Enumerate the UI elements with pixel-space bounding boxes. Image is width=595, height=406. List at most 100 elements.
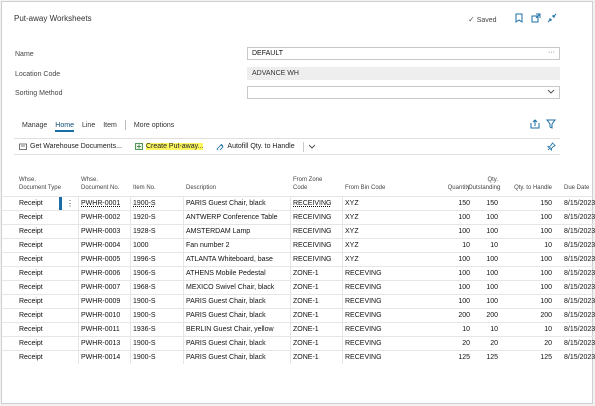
chevron-down-icon[interactable]: [308, 144, 316, 150]
cell-qty: 150: [458, 200, 470, 207]
worksheet-page: Put-away Worksheets ✓ Saved Name DEFAULT …: [1, 1, 595, 404]
sorting-method-select[interactable]: [247, 86, 560, 99]
create-put-away-button[interactable]: Create Put-away...: [135, 143, 204, 150]
cell-out: 10: [490, 242, 498, 249]
cell-type: Receipt: [19, 298, 43, 305]
name-field[interactable]: DEFAULT ···: [247, 47, 560, 60]
cell-handle[interactable]: 125: [512, 354, 552, 361]
more-icon[interactable]: ···: [548, 49, 555, 56]
cell-doc[interactable]: PWHR-0007: [81, 284, 120, 291]
cell-desc: PARIS Guest Chair, black: [186, 200, 266, 207]
cell-doc[interactable]: PWHR-0006: [81, 270, 120, 277]
cell-doc[interactable]: PWHR-0009: [81, 298, 120, 305]
cell-out: 150: [486, 200, 498, 207]
col-item-no-header[interactable]: Item No.: [133, 185, 156, 193]
bookmark-icon[interactable]: [514, 13, 524, 23]
table-row[interactable]: ⋮ Receipt PWHR-0001 1900-S PARIS Guest Chair…: [2, 196, 595, 210]
tab-home[interactable]: Home: [55, 122, 74, 132]
cell-handle[interactable]: 200: [512, 312, 552, 319]
tab-line[interactable]: Line: [82, 122, 95, 129]
col-from-zone-header[interactable]: From Zone Code: [293, 177, 333, 192]
filter-icon[interactable]: [546, 119, 556, 129]
col-description-header[interactable]: Description: [186, 185, 216, 193]
cell-item[interactable]: 1900-S: [133, 354, 156, 361]
cell-out: 100: [486, 284, 498, 291]
cell-zone: RECEIVING: [293, 256, 332, 263]
pin-icon[interactable]: [547, 142, 556, 151]
col-doc-type-header[interactable]: Whse. Document Type: [19, 177, 61, 192]
cell-item[interactable]: 1000: [133, 242, 149, 249]
cell-doc[interactable]: PWHR-0004: [81, 242, 120, 249]
autofill-qty-button[interactable]: Autofill Qty. to Handle: [216, 143, 295, 150]
cell-item[interactable]: 1900-S: [133, 200, 156, 207]
col-quantity-header[interactable]: Quantity: [416, 185, 470, 193]
cell-item[interactable]: 1900-S: [133, 340, 156, 347]
cell-doc[interactable]: PWHR-0013: [81, 340, 120, 347]
table-row[interactable]: Receipt PWHR-0013 1900-S PARIS Guest Chair,…: [2, 336, 595, 350]
cell-handle[interactable]: 100: [512, 298, 552, 305]
column-divider: [183, 196, 184, 364]
cell-zone: RECEIVING: [293, 200, 332, 207]
cell-handle[interactable]: 10: [512, 326, 552, 333]
table-row[interactable]: Receipt PWHR-0011 1936-S BERLIN Guest Chair…: [2, 322, 595, 336]
cell-zone: ZONE-1: [293, 284, 319, 291]
table-row[interactable]: Receipt PWHR-0002 1920-S ANTWERP Conference…: [2, 210, 595, 224]
cell-bin: RECEVING: [345, 312, 382, 319]
col-qty-to-handle-header[interactable]: Qty. to Handle: [512, 185, 552, 193]
table-row[interactable]: Receipt PWHR-0005 1996-S ATLANTA Whiteboard…: [2, 252, 595, 266]
cell-item[interactable]: 1996-S: [133, 256, 156, 263]
cell-item[interactable]: 1900-S: [133, 312, 156, 319]
cell-handle[interactable]: 20: [512, 340, 552, 347]
cell-doc[interactable]: PWHR-0010: [81, 312, 120, 319]
cell-item[interactable]: 1936-S: [133, 326, 156, 333]
cell-handle[interactable]: 150: [512, 200, 552, 207]
col-due-date-header[interactable]: Due Date: [564, 185, 589, 193]
cell-doc[interactable]: PWHR-0011: [81, 326, 120, 333]
col-from-bin-header[interactable]: From Bin Code: [345, 185, 385, 193]
cell-handle[interactable]: 100: [512, 284, 552, 291]
table-row[interactable]: Receipt PWHR-0009 1900-S PARIS Guest Chair,…: [2, 294, 595, 308]
cell-doc[interactable]: PWHR-0005: [81, 256, 120, 263]
cell-item[interactable]: 1920-S: [133, 214, 156, 221]
cell-desc: ATHENS Mobile Pedestal: [186, 270, 266, 277]
cell-type: Receipt: [19, 200, 43, 207]
tab-more-options[interactable]: More options: [134, 122, 174, 129]
tab-manage[interactable]: Manage: [22, 122, 47, 129]
cell-item[interactable]: 1900-S: [133, 298, 156, 305]
share-icon[interactable]: [530, 119, 540, 129]
cell-zone: ZONE-1: [293, 354, 319, 361]
open-new-window-icon[interactable]: [531, 13, 541, 23]
row-actions-icon[interactable]: ⋮: [66, 199, 74, 208]
action-bar: Get Warehouse Documents... Create Put-aw…: [14, 138, 560, 155]
cell-out: 100: [486, 228, 498, 235]
cell-desc: AMSTERDAM Lamp: [186, 228, 251, 235]
table-row[interactable]: Receipt PWHR-0004 1000 Fan number 2 RECEIVIN…: [2, 238, 595, 252]
cell-handle[interactable]: 100: [512, 256, 552, 263]
cell-handle[interactable]: 100: [512, 214, 552, 221]
cell-zone: ZONE-1: [293, 298, 319, 305]
get-warehouse-documents-button[interactable]: Get Warehouse Documents...: [19, 143, 122, 150]
tab-item[interactable]: Item: [103, 122, 117, 129]
table-row[interactable]: Receipt PWHR-0006 1906-S ATHENS Mobile Pede…: [2, 266, 595, 280]
cell-doc[interactable]: PWHR-0003: [81, 228, 120, 235]
table-row[interactable]: Receipt PWHR-0007 1968-S MEXICO Swivel Chai…: [2, 280, 595, 294]
cell-item[interactable]: 1968-S: [133, 284, 156, 291]
cell-doc[interactable]: PWHR-0001: [81, 200, 120, 207]
cell-handle[interactable]: 10: [512, 242, 552, 249]
table-row[interactable]: Receipt PWHR-0014 1900-S PARIS Guest Chair,…: [2, 350, 595, 364]
cell-handle[interactable]: 100: [512, 228, 552, 235]
cell-due: 8/15/2023: [564, 228, 595, 235]
action-tabs: Manage Home Line Item More options: [22, 120, 182, 132]
collapse-icon[interactable]: [547, 13, 557, 23]
cell-item[interactable]: 1928-S: [133, 228, 156, 235]
name-label: Name: [15, 51, 34, 58]
cell-doc[interactable]: PWHR-0002: [81, 214, 120, 221]
cell-out: 100: [486, 256, 498, 263]
col-doc-no-header[interactable]: Whse. Document No.: [81, 177, 127, 192]
cell-handle[interactable]: 100: [512, 270, 552, 277]
table-row[interactable]: Receipt PWHR-0010 1900-S PARIS Guest Chair,…: [2, 308, 595, 322]
cell-doc[interactable]: PWHR-0014: [81, 354, 120, 361]
col-qty-outstanding-header[interactable]: Qty. Outstanding: [468, 177, 500, 192]
table-row[interactable]: Receipt PWHR-0003 1928-S AMSTERDAM Lamp RECE…: [2, 224, 595, 238]
cell-item[interactable]: 1906-S: [133, 270, 156, 277]
